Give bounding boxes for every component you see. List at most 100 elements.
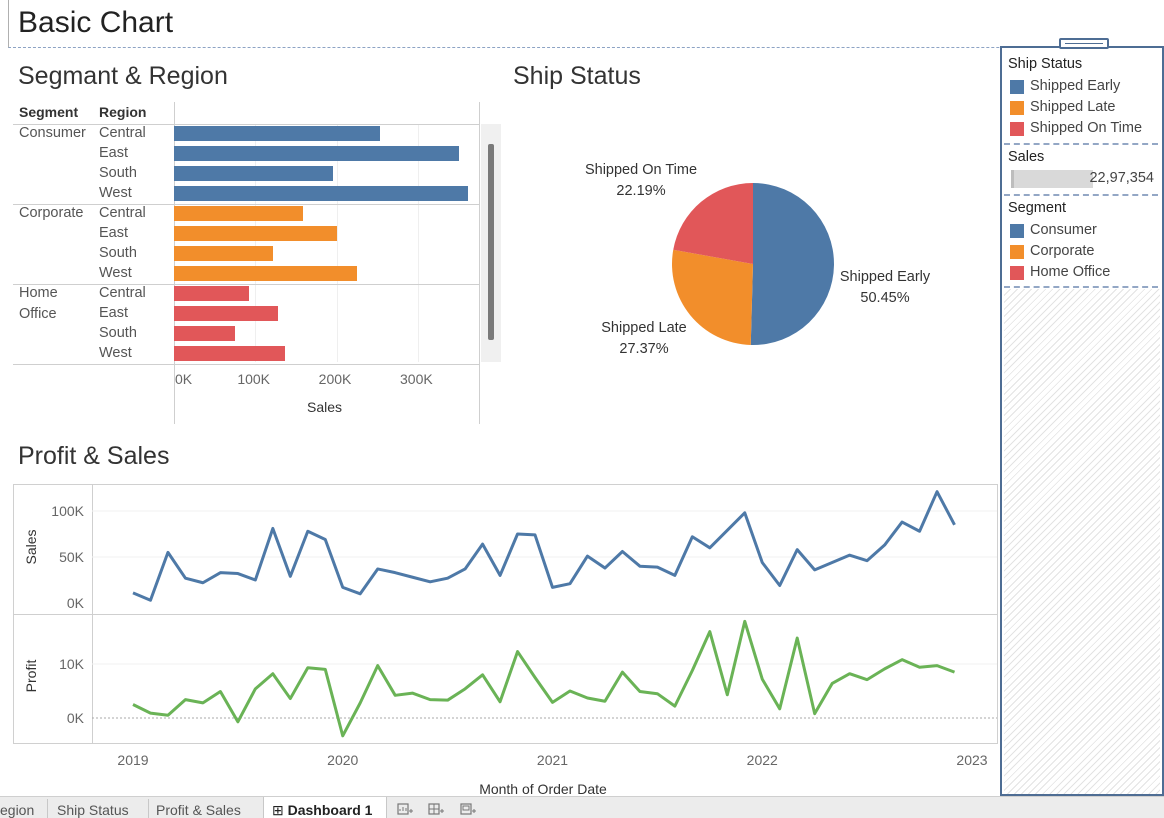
- bar-consumer-south[interactable]: [174, 166, 334, 181]
- legend-label: Shipped Late: [1030, 99, 1116, 115]
- bar-consumer-central[interactable]: [174, 126, 380, 141]
- legend-swatch: [1010, 101, 1024, 115]
- legend-swatch: [1010, 245, 1024, 259]
- new-dashboard-icon[interactable]: [428, 801, 444, 817]
- profit-sales-svg: 100K 50K 0K Sales 10K 0K Profit 2019 2020 2021 202…: [13, 484, 998, 794]
- tab-label: Profit & Sales: [156, 802, 241, 818]
- region-label: South: [99, 165, 137, 181]
- scrollbar-thumb[interactable]: [488, 144, 494, 340]
- x-tick-label: 2020: [327, 752, 358, 768]
- profit-line[interactable]: [132, 619, 956, 738]
- legend-label: Corporate: [1030, 243, 1095, 259]
- legend-label: Consumer: [1030, 222, 1097, 238]
- x-axis-title: Month of Order Date: [479, 781, 607, 794]
- bar-home-east[interactable]: [174, 306, 279, 321]
- region-label: West: [99, 185, 132, 201]
- region-label: West: [99, 265, 132, 281]
- tab-divider: [148, 799, 149, 818]
- segment-label: Home: [19, 285, 58, 301]
- x-tick-label: 2021: [537, 752, 568, 768]
- region-label: Central: [99, 285, 146, 301]
- legend-ship-status-title: Ship Status: [1008, 56, 1083, 72]
- x-tick-label: 2023: [956, 752, 987, 768]
- pie-label-pct: 50.45%: [860, 290, 910, 306]
- sales-line[interactable]: [132, 490, 956, 602]
- legend-panel[interactable]: Ship Status Shipped Early Shipped Late S…: [1000, 38, 1164, 796]
- bar-corporate-west[interactable]: [174, 266, 357, 281]
- profit-sales-title: Profit & Sales: [18, 442, 170, 470]
- legend-swatch: [1010, 122, 1024, 136]
- legend-divider: [1004, 194, 1158, 196]
- sales-tick-label: 50K: [59, 549, 85, 565]
- sales-tick-label: 0K: [67, 595, 85, 611]
- region-label: West: [99, 345, 132, 361]
- bar-consumer-west[interactable]: [174, 186, 469, 201]
- segment-header: Segment: [19, 104, 79, 120]
- pie-label-shipped-early: Shipped Early 50.45%: [829, 267, 941, 309]
- legend-label: Home Office: [1030, 264, 1111, 280]
- sheet-tab-bar: egion Ship Status Profit & Sales ⊞ Dashb…: [0, 796, 1164, 818]
- region-label: South: [99, 325, 137, 341]
- panel-drag-handle[interactable]: [1059, 38, 1109, 49]
- legend-swatch: [1010, 224, 1024, 238]
- dashboard-title: Basic Chart: [18, 6, 174, 39]
- bar-home-central[interactable]: [174, 286, 249, 301]
- legend-divider: [1004, 286, 1158, 288]
- x-tick-label: 300K: [400, 371, 433, 387]
- profit-tick-label: 10K: [59, 656, 85, 672]
- dashboard-icon: ⊞: [272, 802, 284, 818]
- sales-axis-title: Sales: [23, 529, 39, 564]
- region-label: East: [99, 145, 129, 161]
- pie-label-name: Shipped Late: [601, 320, 687, 336]
- tab-dashboard-1[interactable]: ⊞ Dashboard 1: [263, 797, 387, 818]
- profit-sales-chart[interactable]: 100K 50K 0K Sales 10K 0K Profit 2019 2020 2021 202…: [13, 484, 998, 794]
- tab-segment-region[interactable]: egion: [0, 797, 46, 818]
- sales-size-legend-value: 22,97,354: [1089, 170, 1154, 186]
- segment-region-title: Segmant & Region: [18, 62, 228, 90]
- tab-divider: [47, 799, 48, 818]
- dashboard-title-bar: Basic Chart: [8, 0, 1164, 48]
- segment-label-line2: Office: [19, 306, 57, 322]
- new-worksheet-icon[interactable]: [397, 801, 413, 817]
- bar-corporate-east[interactable]: [174, 226, 338, 241]
- pane-border: [479, 102, 480, 424]
- new-story-icon[interactable]: [460, 801, 476, 817]
- bar-consumer-east[interactable]: [174, 146, 460, 161]
- legend-divider: [1004, 143, 1158, 145]
- legend-label: Shipped Early: [1030, 78, 1121, 94]
- tab-label: egion: [0, 802, 35, 818]
- x-tick-label: 100K: [237, 371, 271, 387]
- profit-tick-label: 0K: [67, 710, 85, 726]
- tab-ship-status[interactable]: Ship Status: [57, 797, 147, 818]
- tab-profit-sales[interactable]: Profit & Sales: [156, 797, 260, 818]
- legend-swatch: [1010, 80, 1024, 94]
- legend-label: Shipped On Time: [1030, 120, 1143, 136]
- profit-axis-title: Profit: [23, 660, 39, 693]
- x-axis-title: Sales: [307, 399, 343, 415]
- sales-size-legend-bar: [1011, 170, 1093, 188]
- region-label: East: [99, 305, 129, 321]
- tab-label: Dashboard 1: [287, 802, 373, 818]
- bar-corporate-south[interactable]: [174, 246, 274, 261]
- x-tick-label: 2022: [747, 752, 778, 768]
- pie-label-name: Shipped On Time: [584, 162, 698, 178]
- segment-label: Consumer: [19, 125, 86, 141]
- pie-label-pct: 22.19%: [616, 183, 666, 199]
- segment-divider: [13, 284, 479, 285]
- segment-label: Corporate: [19, 205, 84, 221]
- x-tick-label: 200K: [318, 371, 352, 387]
- segment-region-scrollbar[interactable]: [481, 124, 501, 362]
- pie-label-shipped-late: Shipped Late 27.37%: [588, 318, 700, 360]
- blank-area: [1004, 289, 1160, 794]
- pie-slice-shipped-early[interactable]: [750, 183, 834, 345]
- legend-sales-title: Sales: [1008, 149, 1045, 165]
- ship-status-title: Ship Status: [513, 62, 641, 90]
- sales-tick-label: 100K: [51, 503, 84, 519]
- bar-home-west[interactable]: [174, 346, 286, 361]
- region-label: South: [99, 245, 137, 261]
- bar-home-south[interactable]: [174, 326, 235, 341]
- bar-corporate-central[interactable]: [174, 206, 303, 221]
- legend-swatch: [1010, 266, 1024, 280]
- segment-region-chart[interactable]: Segment Region Consumer Central East South Wes…: [13, 102, 503, 427]
- segment-divider: [13, 364, 479, 365]
